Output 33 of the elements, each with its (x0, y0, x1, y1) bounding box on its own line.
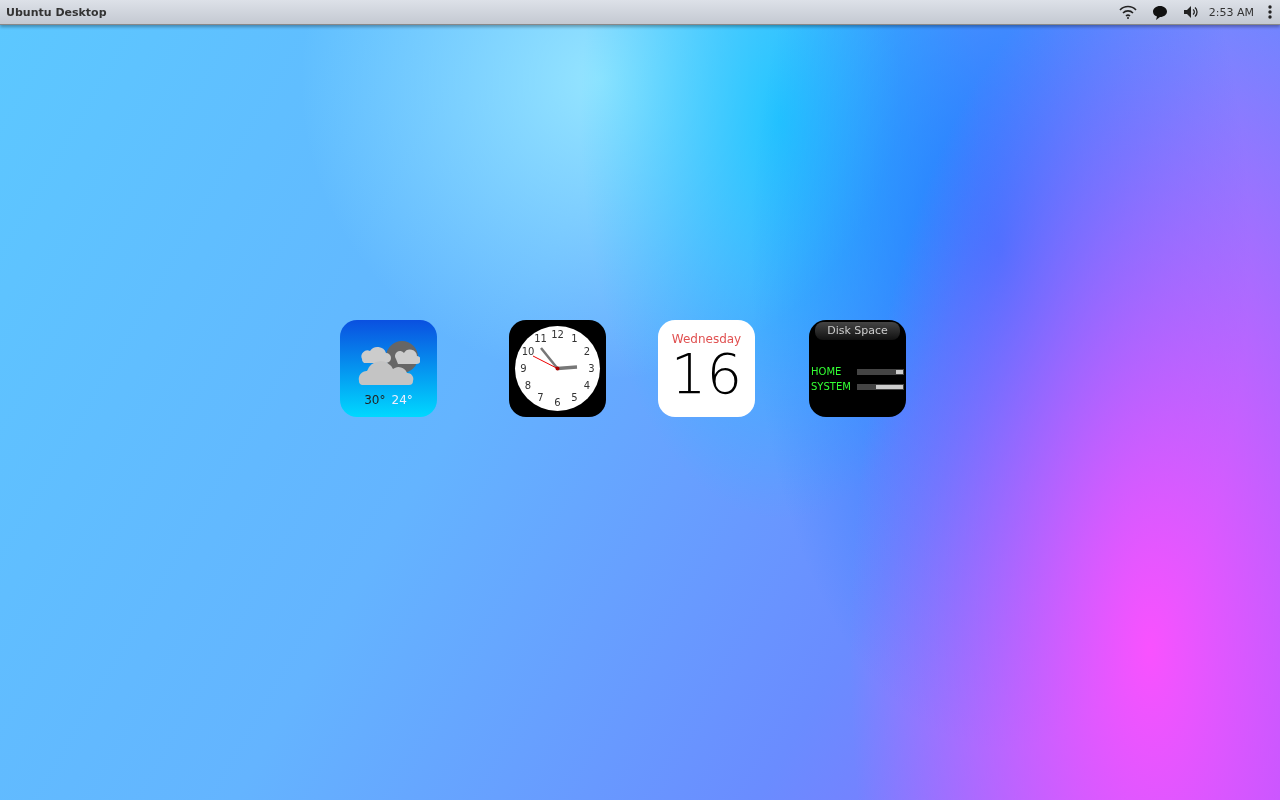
clock-numeral: 1 (571, 334, 578, 345)
drive-name: HOME (811, 366, 842, 377)
drive-name: SYSTEM (811, 381, 851, 392)
clock-numeral: 4 (583, 380, 591, 391)
menu-icon[interactable] (1268, 5, 1272, 19)
calendar-widget[interactable]: Wednesday 16 (658, 320, 755, 417)
clock-numeral: 2 (583, 346, 591, 357)
calendar-day: 16 (670, 346, 743, 402)
clock-numeral: 10 (521, 346, 535, 357)
clock-numeral: 8 (524, 380, 532, 391)
low-temperature: 24° (391, 393, 413, 407)
second-hand (532, 355, 558, 369)
clock-numeral: 12 (551, 329, 564, 340)
clock-numeral: 6 (554, 397, 561, 408)
clock-numeral: 7 (537, 392, 544, 403)
clock-numeral: 11 (534, 334, 547, 345)
hand-pivot (555, 366, 560, 371)
hour-hand (557, 365, 578, 371)
clock-numeral: 5 (571, 392, 578, 403)
clock-numeral: 3 (588, 363, 595, 374)
volume-icon[interactable] (1182, 5, 1199, 19)
weather-widget[interactable]: 30° 24° (340, 320, 437, 417)
widget-title: Disk Space (815, 322, 900, 340)
chat-bubble-icon[interactable] (1151, 4, 1168, 20)
clock-numeral: 9 (520, 363, 527, 374)
clock-time[interactable]: 2:53 AM (1208, 5, 1254, 19)
wifi-icon[interactable] (1118, 5, 1137, 19)
calendar-weekday: Wednesday (671, 332, 742, 346)
disk-space-widget[interactable]: Disk Space HOME SYSTEM (809, 320, 906, 417)
window-title: Ubuntu Desktop (6, 5, 108, 19)
high-temperature: 30° (364, 393, 386, 407)
minute-hand (540, 347, 559, 370)
clock-widget[interactable]: 11 12 1 10 2 9 3 8 4 7 6 5 (509, 320, 606, 417)
